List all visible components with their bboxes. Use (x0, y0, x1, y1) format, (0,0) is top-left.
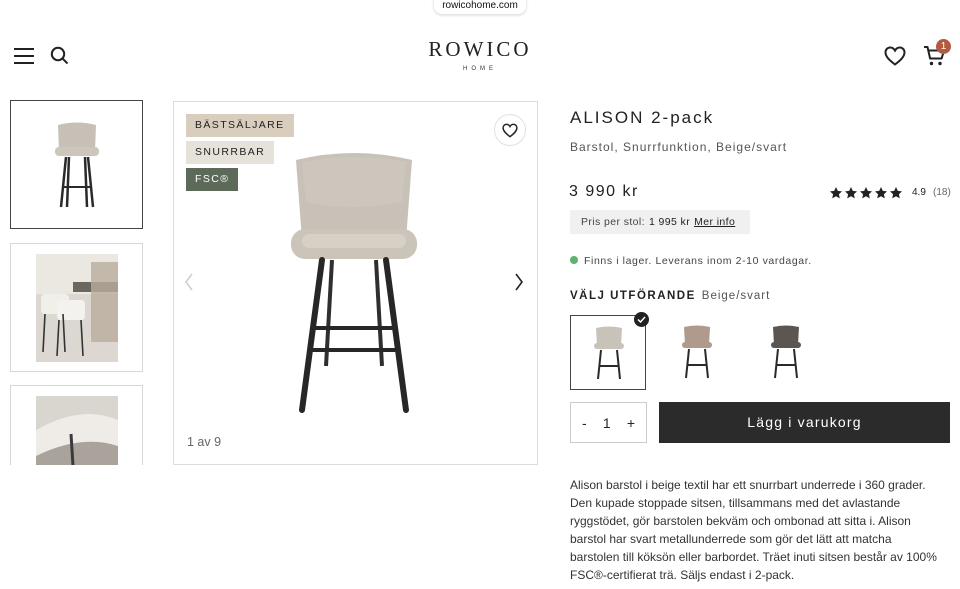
rating-stars[interactable] (829, 186, 903, 200)
wishlist-heart-icon[interactable] (884, 46, 906, 66)
badge-swivel: SNURRBAR (186, 141, 275, 164)
add-to-cart-button[interactable]: Lägg i varukorg (659, 402, 950, 443)
star-icon (874, 187, 888, 199)
quantity-stepper: - 1 + (570, 402, 647, 443)
gallery-thumbnail-1[interactable] (10, 100, 143, 229)
variant-label: VÄLJ UTFÖRANDE (570, 290, 696, 302)
barstool-image (55, 122, 99, 208)
stock-status: Finns i lager. Leverans inom 2-10 vardag… (584, 255, 812, 267)
barstool-thumbnail (594, 326, 624, 380)
quantity-decrease-button[interactable]: - (582, 415, 587, 431)
chevron-left-icon[interactable] (184, 272, 194, 292)
barstool-thumbnail (771, 325, 801, 379)
variant-swatch-beige[interactable] (570, 315, 646, 390)
variant-value: Beige/svart (701, 290, 771, 302)
quantity-value[interactable]: 1 (603, 415, 611, 431)
star-icon (859, 187, 873, 199)
barstool-thumbnail (682, 325, 712, 379)
product-description: Alison barstol i beige textil har ett sn… (570, 478, 937, 582)
chevron-right-icon[interactable] (514, 272, 524, 292)
quantity-increase-button[interactable]: + (627, 415, 635, 431)
image-counter: 1 av 9 (187, 435, 222, 449)
gallery-thumbnail-3[interactable] (10, 385, 143, 465)
heart-icon (502, 123, 518, 138)
gallery-thumbnail-2[interactable] (10, 243, 143, 372)
rating-value: 4.9 (912, 187, 926, 198)
unit-price-label: Pris per stol: (581, 216, 645, 228)
badge-bestseller: BÄSTSÄLJARE (186, 114, 294, 137)
product-gallery: BÄSTSÄLJARE SNURRBAR FSC® 1 av 9 (173, 101, 538, 465)
more-info-link[interactable]: Mer info (694, 216, 735, 228)
star-icon (889, 187, 903, 199)
variant-heading: VÄLJ UTFÖRANDE Beige/svart (570, 290, 770, 302)
cart-count-badge: 1 (936, 39, 951, 54)
variant-swatch-darkgrey[interactable] (748, 315, 824, 390)
logo[interactable]: ROWICO (0, 37, 960, 62)
badge-fsc: FSC® (186, 168, 239, 191)
stock-status-dot (570, 256, 578, 264)
seat-closeup-photo (36, 396, 118, 465)
url-pill: rowicohome.com (434, 0, 526, 14)
checkmark-icon (634, 312, 649, 327)
star-icon (844, 187, 858, 199)
product-title: ALISON 2-pack (570, 108, 715, 127)
kitchen-photo (36, 254, 118, 362)
rating-count[interactable]: (18) (933, 187, 951, 198)
unit-price-box: Pris per stol: 1 995 kr Mer info (570, 210, 750, 234)
favorite-button[interactable] (494, 114, 526, 146)
unit-price-value: 1 995 kr (648, 216, 691, 228)
variant-swatch-brown[interactable] (659, 315, 735, 390)
star-icon (829, 187, 843, 199)
logo-subtitle: HOME (463, 66, 497, 72)
product-subtitle: Barstol, Snurrfunktion, Beige/svart (570, 140, 788, 154)
product-price: 3 990 kr (569, 183, 639, 200)
barstool-image (291, 153, 417, 413)
